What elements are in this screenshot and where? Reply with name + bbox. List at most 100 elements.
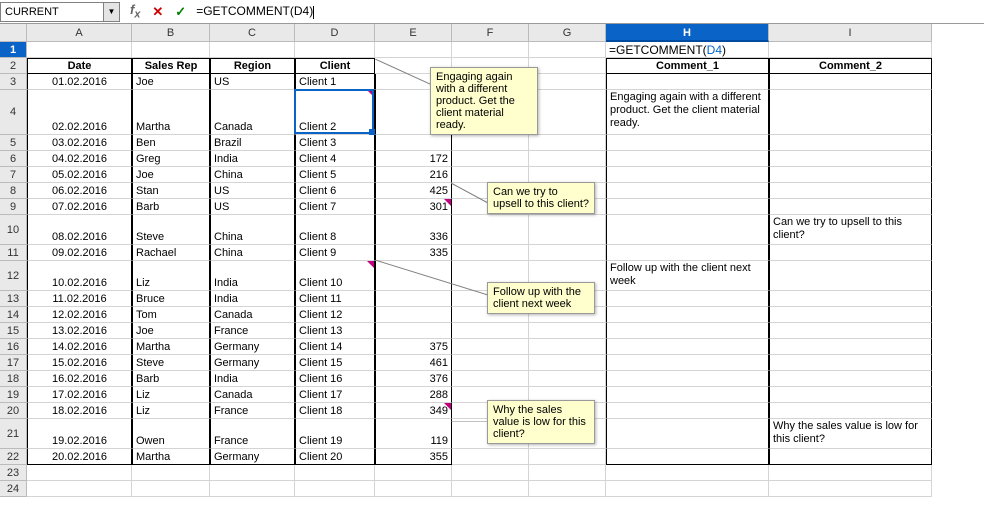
cell[interactable] — [375, 42, 452, 58]
cell[interactable] — [210, 42, 295, 58]
cell-comment1[interactable]: Follow up with the client next week — [606, 261, 769, 291]
cell-region[interactable]: India — [210, 261, 295, 291]
cell-rep[interactable]: Ben — [132, 135, 210, 151]
col-header-C[interactable]: C — [210, 24, 295, 42]
cell-region[interactable]: India — [210, 151, 295, 167]
cell-client[interactable]: Client 17 — [295, 387, 375, 403]
col-header-A[interactable]: A — [27, 24, 132, 42]
cell[interactable] — [529, 355, 606, 371]
cell-client[interactable]: Client 13 — [295, 323, 375, 339]
cell-client[interactable]: Client 14 — [295, 339, 375, 355]
cell-sales[interactable]: 461 — [375, 355, 452, 371]
cell[interactable] — [132, 42, 210, 58]
cell-region[interactable]: Germany — [210, 449, 295, 465]
header-region[interactable]: Region — [210, 58, 295, 74]
name-box[interactable]: CURRENT ▼ — [0, 2, 120, 22]
row-header-3[interactable]: 3 — [0, 74, 27, 90]
cell-rep[interactable]: Liz — [132, 387, 210, 403]
cell-comment2[interactable] — [769, 151, 932, 167]
cell-date[interactable]: 01.02.2016 — [27, 74, 132, 90]
cell-date[interactable]: 20.02.2016 — [27, 449, 132, 465]
cell-comment1[interactable] — [606, 371, 769, 387]
cell-date[interactable]: 10.02.2016 — [27, 261, 132, 291]
cell-comment1[interactable] — [606, 449, 769, 465]
cell-sales[interactable]: 355 — [375, 449, 452, 465]
cell-date[interactable]: 09.02.2016 — [27, 245, 132, 261]
header-rep[interactable]: Sales Rep — [132, 58, 210, 74]
cell-date[interactable]: 18.02.2016 — [27, 403, 132, 419]
row-header-4[interactable]: 4 — [0, 90, 27, 135]
cell-comment1[interactable] — [606, 245, 769, 261]
cell-client[interactable]: Client 16 — [295, 371, 375, 387]
cell[interactable] — [452, 465, 529, 481]
cell-date[interactable]: 03.02.2016 — [27, 135, 132, 151]
row-header-13[interactable]: 13 — [0, 291, 27, 307]
row-header-21[interactable]: 21 — [0, 419, 27, 449]
cell[interactable] — [769, 465, 932, 481]
header-date[interactable]: Date — [27, 58, 132, 74]
cell[interactable] — [529, 74, 606, 90]
cell-region[interactable]: India — [210, 371, 295, 387]
cell-rep[interactable]: Tom — [132, 307, 210, 323]
cell[interactable] — [529, 339, 606, 355]
cell-client[interactable]: Client 2 — [295, 90, 375, 135]
check-icon[interactable]: ✓ — [169, 4, 192, 20]
cell[interactable] — [529, 323, 606, 339]
cell-region[interactable]: Germany — [210, 339, 295, 355]
cell-comment2[interactable] — [769, 245, 932, 261]
cell-rep[interactable]: Barb — [132, 371, 210, 387]
cell-rep[interactable]: Owen — [132, 419, 210, 449]
row-header-6[interactable]: 6 — [0, 151, 27, 167]
cell-region[interactable]: France — [210, 403, 295, 419]
cell-comment2[interactable] — [769, 449, 932, 465]
cell-rep[interactable]: Martha — [132, 90, 210, 135]
cell[interactable] — [452, 167, 529, 183]
cell-comment2[interactable] — [769, 90, 932, 135]
cell-sales[interactable] — [375, 135, 452, 151]
cell-comment2[interactable] — [769, 323, 932, 339]
cell-comment1[interactable] — [606, 199, 769, 215]
cell-client[interactable]: Client 4 — [295, 151, 375, 167]
cell-date[interactable]: 11.02.2016 — [27, 291, 132, 307]
cell-rep[interactable]: Joe — [132, 74, 210, 90]
cell-client[interactable]: Client 7 — [295, 199, 375, 215]
row-header-15[interactable]: 15 — [0, 323, 27, 339]
cell-rep[interactable]: Barb — [132, 199, 210, 215]
cell-rep[interactable]: Greg — [132, 151, 210, 167]
cell-date[interactable]: 05.02.2016 — [27, 167, 132, 183]
row-header-8[interactable]: 8 — [0, 183, 27, 199]
cell-comment1[interactable] — [606, 403, 769, 419]
cell-comment2[interactable] — [769, 167, 932, 183]
row-header-20[interactable]: 20 — [0, 403, 27, 419]
header-client[interactable]: Client — [295, 58, 375, 74]
cell[interactable] — [295, 42, 375, 58]
cell-comment1[interactable] — [606, 215, 769, 245]
cell[interactable] — [529, 90, 606, 135]
cell-date[interactable]: 14.02.2016 — [27, 339, 132, 355]
cell-rep[interactable]: Steve — [132, 215, 210, 245]
cell[interactable] — [529, 58, 606, 74]
cell-rep[interactable]: Martha — [132, 449, 210, 465]
cell[interactable] — [769, 481, 932, 497]
cell[interactable] — [452, 481, 529, 497]
cell-comment1[interactable] — [606, 74, 769, 90]
cell-region[interactable]: Canada — [210, 387, 295, 403]
cell-region[interactable]: US — [210, 199, 295, 215]
cell-date[interactable]: 13.02.2016 — [27, 323, 132, 339]
cell[interactable] — [529, 449, 606, 465]
cell-region[interactable]: China — [210, 215, 295, 245]
col-header-B[interactable]: B — [132, 24, 210, 42]
cell-region[interactable]: India — [210, 291, 295, 307]
cell-comment1[interactable] — [606, 151, 769, 167]
cell[interactable] — [452, 245, 529, 261]
cell-comment2[interactable] — [769, 339, 932, 355]
cell[interactable] — [529, 167, 606, 183]
cell-comment1[interactable] — [606, 135, 769, 151]
cell-date[interactable]: 15.02.2016 — [27, 355, 132, 371]
cell[interactable] — [375, 481, 452, 497]
row-header-10[interactable]: 10 — [0, 215, 27, 245]
cell-comment1[interactable] — [606, 307, 769, 323]
cell-comment1[interactable] — [606, 419, 769, 449]
row-header-23[interactable]: 23 — [0, 465, 27, 481]
cell-rep[interactable]: Martha — [132, 339, 210, 355]
